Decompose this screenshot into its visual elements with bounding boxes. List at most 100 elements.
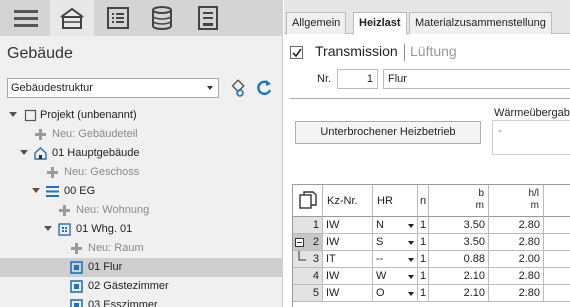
col-header-next [544, 185, 570, 217]
row-number[interactable]: 4 [293, 268, 323, 285]
row-number[interactable]: 2 [293, 234, 323, 251]
tree-item-label: Neu: Gebäudeteil [52, 128, 138, 140]
cell-hl[interactable]: 2.80 [489, 217, 544, 234]
table-row[interactable]: 1 IW N 1 3.50 2.80 [293, 217, 570, 234]
tree-item-building[interactable]: 01 Hauptgebäude [0, 144, 283, 163]
cell-hl[interactable]: 2.80 [489, 285, 544, 302]
structure-dropdown[interactable]: Gebäudestruktur [7, 78, 219, 98]
cell-b[interactable]: 2.10 [429, 285, 489, 302]
cell-hr[interactable]: N [373, 217, 418, 234]
cell-hl[interactable]: 2.80 [489, 234, 544, 251]
chevron-down-icon[interactable] [408, 224, 414, 228]
cell-b[interactable]: 2.10 [429, 268, 489, 285]
cell-hl[interactable]: 2.80 [489, 268, 544, 285]
col-header-n-label: n [420, 195, 427, 207]
cell-hr[interactable]: -- [373, 251, 418, 268]
collapse-icon[interactable] [295, 238, 304, 247]
form-icon [198, 6, 218, 30]
lueftung-mode-label[interactable]: Lüftung [410, 43, 457, 59]
interrupted-heating-button[interactable]: Unterbrochener Heizbetrieb [295, 121, 481, 144]
cell-kz[interactable]: IW [323, 217, 373, 234]
room-number-input[interactable]: 1 [337, 69, 378, 89]
col-header-hl-label: h/l [528, 188, 539, 199]
cell-next[interactable] [544, 285, 570, 302]
cell-hr[interactable]: O [373, 285, 418, 302]
copy-header-cell[interactable] [293, 185, 323, 217]
cell-kz[interactable]: IW [323, 234, 373, 251]
expand-arrow-icon[interactable] [9, 112, 17, 117]
tab-materialzusammenstellung[interactable]: Materialzusammenstellung [409, 12, 552, 34]
list-view-button[interactable] [96, 0, 140, 36]
refresh-button[interactable] [254, 78, 274, 98]
row-number[interactable]: 1 [293, 217, 323, 234]
structure-dropdown-value: Gebäudestruktur [11, 82, 93, 94]
tree-item-room-flur[interactable]: 01 Flur [0, 258, 283, 277]
cell-n[interactable]: 1 [418, 251, 429, 268]
table-row[interactable]: 3 IT -- 1 0.88 2.00 [293, 251, 570, 268]
col-header-kz: Kz-Nr. [323, 185, 373, 217]
cell-n[interactable]: 1 [418, 217, 429, 234]
expand-arrow-icon[interactable] [32, 188, 40, 193]
chevron-down-icon [207, 86, 213, 90]
tree-settings-button[interactable] [226, 78, 246, 98]
tree-item-project[interactable]: Projekt (unbenannt) [0, 106, 283, 125]
tree-item-label: Neu: Wohnung [76, 204, 150, 216]
tree-item-room-gaestezimmer[interactable]: 02 Gästezimmer [0, 277, 283, 296]
cell-next[interactable] [544, 251, 570, 268]
building-icon [60, 7, 84, 29]
cell-next[interactable] [544, 217, 570, 234]
cell-n[interactable]: 1 [418, 285, 429, 302]
tree-item-label: 02 Gästezimmer [88, 280, 169, 292]
table-row[interactable]: 4 IW W 1 2.10 2.80 [293, 268, 570, 285]
cell-hl[interactable]: 2.00 [489, 251, 544, 268]
transmission-checkbox[interactable] [290, 46, 303, 59]
transmission-mode-label[interactable]: Transmission [315, 43, 398, 59]
cell-kz[interactable]: IT [323, 251, 373, 268]
expand-arrow-icon[interactable] [20, 150, 28, 155]
components-table: Kz-Nr. HR n bm h/l m 1 IW N 1 3.50 2.80 2… [292, 184, 570, 307]
row-number[interactable]: 3 [293, 251, 323, 268]
chevron-down-icon[interactable] [408, 258, 414, 262]
cell-hr[interactable]: S [373, 234, 418, 251]
cell-b[interactable]: 3.50 [429, 234, 489, 251]
tree-item-floor[interactable]: 00 EG [0, 182, 283, 201]
tab-heizlast[interactable]: Heizlast [353, 12, 407, 35]
tree-add-building-part[interactable]: Neu: Gebäudeteil [0, 125, 283, 144]
tree-item-label: Neu: Geschoss [64, 166, 140, 178]
room-name-input[interactable]: Flur [383, 69, 570, 89]
tree-connector-icon [298, 251, 306, 261]
cell-kz[interactable]: IW [323, 268, 373, 285]
cell-b[interactable]: 3.50 [429, 217, 489, 234]
expand-arrow-icon[interactable] [44, 226, 52, 231]
cell-kz[interactable]: IW [323, 285, 373, 302]
tree-item-label: 03 Esszimmer [88, 299, 158, 307]
heat-transfer-field[interactable]: - [492, 120, 570, 155]
tree-add-room[interactable]: Neu: Raum [0, 239, 283, 258]
col-header-b-unit: m [475, 200, 484, 211]
chevron-down-icon[interactable] [408, 241, 414, 245]
apartment-icon [58, 223, 71, 236]
tree-add-floor[interactable]: Neu: Geschoss [0, 163, 283, 182]
chevron-down-icon[interactable] [408, 275, 414, 279]
menu-button[interactable] [4, 0, 48, 36]
cell-n[interactable]: 1 [418, 268, 429, 285]
building-view-button[interactable] [50, 0, 94, 36]
tree-add-apartment[interactable]: Neu: Wohnung [0, 201, 283, 220]
database-button[interactable] [140, 0, 184, 36]
cell-hr[interactable]: W [373, 268, 418, 285]
tree-item-room-esszimmer[interactable]: 03 Esszimmer [0, 296, 283, 307]
tab-allgemein[interactable]: Allgemein [286, 12, 347, 34]
tree-item-apartment[interactable]: 01 Whg. 01 [0, 220, 283, 239]
cell-next[interactable] [544, 234, 570, 251]
cell-n[interactable]: 1 [418, 234, 429, 251]
cell-hr-value: W [376, 270, 387, 282]
cell-next[interactable] [544, 268, 570, 285]
row-number[interactable]: 5 [293, 285, 323, 302]
chevron-down-icon[interactable] [408, 292, 414, 296]
form-button[interactable] [186, 0, 230, 36]
plus-icon [59, 205, 70, 216]
checkmark-icon [292, 48, 302, 58]
table-row[interactable]: 2 IW S 1 3.50 2.80 [293, 234, 570, 251]
cell-b[interactable]: 0.88 [429, 251, 489, 268]
table-row[interactable]: 5 IW O 1 2.10 2.80 [293, 285, 570, 302]
